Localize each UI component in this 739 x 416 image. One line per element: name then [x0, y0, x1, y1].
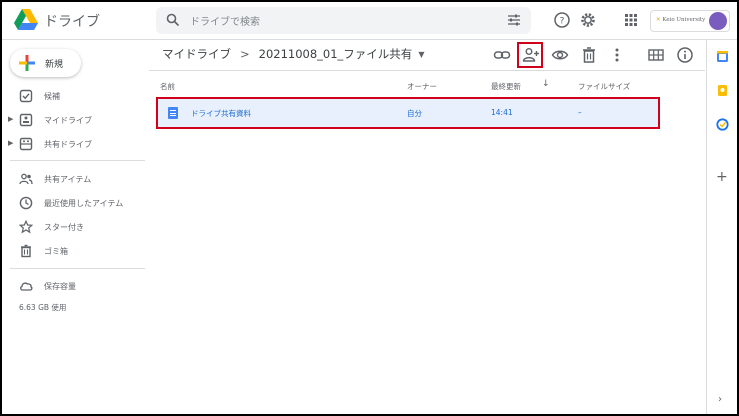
column-header-modified[interactable]: 最終更新: [491, 81, 521, 92]
sidebar-item-label: 候補: [44, 92, 60, 101]
grid-view-icon[interactable]: [647, 46, 665, 64]
sidebar-divider: [10, 268, 145, 269]
breadcrumb-current[interactable]: 20211008_01_ファイル共有: [259, 46, 413, 62]
sidebar-item-label: 保存容量: [44, 282, 76, 291]
sidebar-item-recent[interactable]: 最近使用したアイテム: [2, 193, 147, 213]
check-square-icon: [19, 89, 33, 103]
toolbar-divider: [149, 70, 705, 71]
tasks-icon[interactable]: [716, 118, 729, 131]
side-panel-rail: + ›: [706, 40, 737, 414]
apps-grid-icon[interactable]: [622, 11, 640, 29]
sidebar-item-suggested[interactable]: 候補: [2, 86, 147, 106]
top-bar: ドライブ ドライブで検索 ? ✕ Keio University: [2, 2, 737, 40]
sidebar-item-my-drive[interactable]: ▶ マイドライブ: [2, 110, 147, 130]
settings-gear-icon[interactable]: [579, 11, 597, 29]
star-icon: [19, 220, 33, 234]
sidebar-item-starred[interactable]: スター付き: [2, 217, 147, 237]
shared-drive-icon: [19, 137, 33, 151]
sidebar-item-shared-drives[interactable]: ▶ 共有ドライブ: [2, 134, 147, 154]
storage-used-text: 6.63 GB 使用: [19, 303, 67, 312]
org-logo: ✕ Keio University: [656, 17, 706, 23]
sidebar-item-label: スター付き: [44, 223, 84, 232]
delete-trash-icon[interactable]: [580, 46, 598, 64]
sidebar-item-label: ゴミ箱: [44, 247, 68, 256]
sidebar-item-trash[interactable]: ゴミ箱: [2, 241, 147, 261]
sidebar-divider: [10, 160, 145, 161]
sidebar-item-shared-with-me[interactable]: 共有アイテム: [2, 169, 147, 189]
clock-icon: [19, 196, 33, 210]
file-row-highlight: [156, 97, 660, 129]
account-switcher[interactable]: ✕ Keio University: [650, 10, 730, 32]
caret-down-icon[interactable]: ▼: [418, 50, 424, 59]
avatar[interactable]: [709, 12, 727, 30]
app-title: ドライブ: [44, 14, 100, 30]
column-header-owner[interactable]: オーナー: [407, 81, 437, 92]
preview-eye-icon[interactable]: [551, 46, 569, 64]
search-options-icon[interactable]: [507, 13, 521, 27]
search-input[interactable]: ドライブで検索: [190, 13, 260, 28]
chevron-right-icon: >: [240, 47, 250, 61]
expand-arrow-icon[interactable]: ▶: [8, 139, 13, 147]
chevron-right-icon[interactable]: ›: [718, 394, 722, 405]
breadcrumb-root[interactable]: マイドライブ: [162, 46, 231, 62]
info-icon[interactable]: [676, 46, 694, 64]
link-icon[interactable]: [493, 46, 511, 64]
column-header-name[interactable]: 名前: [160, 81, 175, 92]
my-drive-icon: [19, 113, 33, 127]
more-vertical-icon[interactable]: [608, 46, 626, 64]
org-label: Keio University: [662, 17, 706, 23]
svg-text:?: ?: [560, 17, 565, 27]
column-header-size[interactable]: ファイルサイズ: [578, 81, 630, 92]
search-icon[interactable]: [166, 13, 180, 27]
people-icon: [19, 173, 33, 185]
sidebar-item-storage[interactable]: 保存容量: [2, 276, 147, 296]
share-button-highlight: [517, 42, 543, 68]
sidebar-item-label: 共有アイテム: [44, 175, 92, 184]
expand-arrow-icon[interactable]: ▶: [8, 115, 13, 123]
sidebar-item-label: マイドライブ: [44, 116, 92, 125]
sidebar-item-label: 共有ドライブ: [44, 140, 92, 149]
window: ドライブ ドライブで検索 ? ✕ Keio University 新規 候補 ▶…: [0, 0, 739, 416]
add-addon-plus-icon[interactable]: +: [716, 170, 728, 184]
sidebar-item-label: 最近使用したアイテム: [44, 199, 124, 208]
new-button-label: 新規: [45, 60, 64, 70]
plus-icon: [19, 55, 35, 71]
drive-logo-icon[interactable]: [14, 9, 38, 31]
trash-icon: [21, 244, 31, 258]
new-button[interactable]: 新規: [10, 49, 81, 77]
calendar-icon[interactable]: [716, 50, 729, 63]
breadcrumb: マイドライブ >20211008_01_ファイル共有 ▼: [162, 46, 424, 64]
keep-icon[interactable]: [716, 84, 729, 97]
help-icon[interactable]: ?: [553, 11, 571, 29]
search-bar[interactable]: ドライブで検索: [156, 7, 531, 34]
sort-arrow-icon[interactable]: ↓: [542, 79, 550, 89]
cloud-icon: [20, 282, 33, 291]
